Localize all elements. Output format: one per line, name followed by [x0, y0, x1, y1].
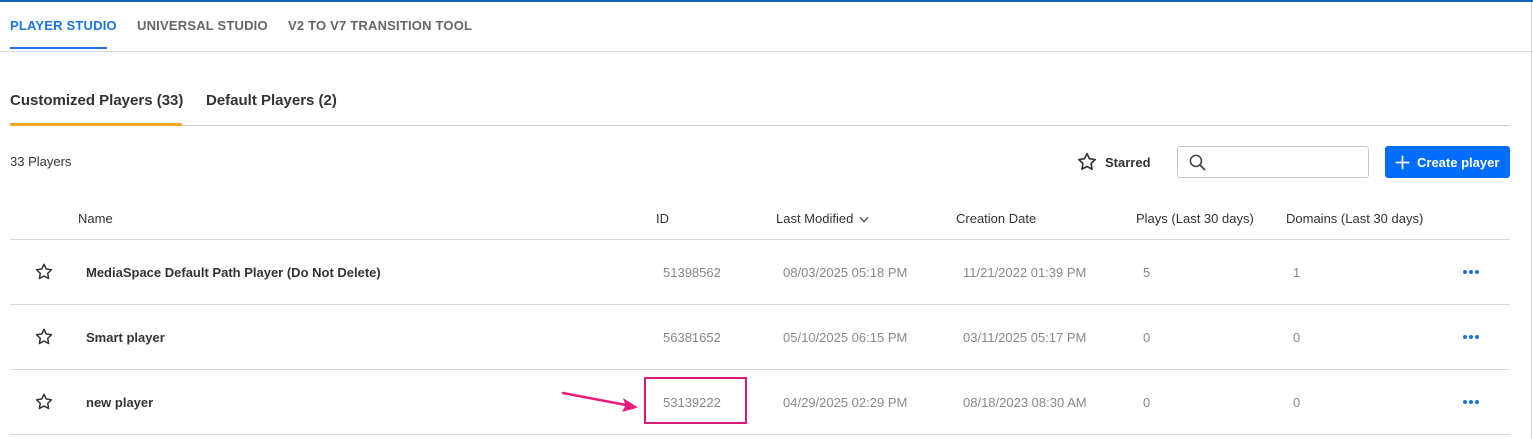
- star-outline-icon[interactable]: [34, 327, 54, 347]
- search-icon: [1189, 154, 1206, 171]
- player-name[interactable]: MediaSpace Default Path Player (Do Not D…: [86, 265, 381, 280]
- starred-filter-button[interactable]: Starred: [1076, 150, 1151, 174]
- column-header-name[interactable]: Name: [78, 211, 113, 226]
- column-header-domains[interactable]: Domains (Last 30 days): [1286, 211, 1423, 226]
- player-id: 56381652: [663, 330, 721, 345]
- tab-customized-players[interactable]: Customized Players (33): [10, 92, 183, 109]
- arrow-icon: [561, 391, 638, 412]
- creation-date: 11/21/2022 01:39 PM: [963, 265, 1087, 280]
- player-name[interactable]: new player: [86, 395, 153, 410]
- tab-player-studio[interactable]: PLAYER STUDIO: [10, 18, 117, 33]
- right-border: [1531, 2, 1532, 439]
- plays-count: 0: [1143, 395, 1151, 410]
- domains-count: 0: [1293, 330, 1301, 345]
- more-horizontal-icon[interactable]: [1461, 327, 1481, 347]
- more-horizontal-icon[interactable]: [1461, 262, 1481, 282]
- plays-count: 0: [1143, 330, 1151, 345]
- plus-icon: [1395, 155, 1410, 169]
- tab-v2-to-v7-transition-tool[interactable]: V2 TO V7 TRANSITION TOOL: [288, 18, 472, 33]
- column-header-creation-date[interactable]: Creation Date: [956, 211, 1036, 226]
- star-outline-icon: [1078, 152, 1096, 170]
- column-header-plays[interactable]: Plays (Last 30 days): [1136, 211, 1254, 226]
- create-player-label: Create player: [1417, 154, 1500, 170]
- column-header-id[interactable]: ID: [656, 211, 669, 226]
- table-row[interactable]: MediaSpace Default Path Player (Do Not D…: [10, 240, 1510, 305]
- tab-default-players[interactable]: Default Players (2): [206, 92, 337, 109]
- column-header-last-modified-label: Last Modified: [776, 211, 854, 226]
- active-subtab-indicator: [10, 123, 182, 126]
- create-player-button[interactable]: Create player: [1385, 146, 1510, 178]
- last-modified: 04/29/2025 02:29 PM: [783, 395, 908, 410]
- starred-label: Starred: [1105, 154, 1151, 170]
- table-row[interactable]: new player 53139222 04/29/2025 02:29 PM …: [10, 370, 1510, 435]
- creation-date: 03/11/2025 05:17 PM: [963, 330, 1087, 345]
- players-count: 33 Players: [10, 154, 72, 169]
- player-id: 51398562: [663, 265, 721, 280]
- creation-date: 08/18/2023 08:30 AM: [963, 395, 1087, 410]
- player-type-tab-bar: Customized Players (33) Default Players …: [10, 80, 1510, 126]
- last-modified: 08/03/2025 05:18 PM: [783, 265, 908, 280]
- last-modified: 05/10/2025 06:15 PM: [783, 330, 908, 345]
- chevron-down-icon: [859, 217, 869, 223]
- star-outline-icon[interactable]: [34, 392, 54, 412]
- studio-tab-bar: PLAYER STUDIO UNIVERSAL STUDIO V2 TO V7 …: [0, 2, 1533, 52]
- column-header-last-modified[interactable]: Last Modified: [776, 211, 869, 226]
- domains-count: 0: [1293, 395, 1301, 410]
- star-outline-icon[interactable]: [34, 262, 54, 282]
- highlight-box: [644, 377, 747, 424]
- active-tab-indicator: [10, 47, 107, 49]
- plays-count: 5: [1143, 265, 1151, 280]
- search-box[interactable]: [1177, 146, 1369, 178]
- tab-universal-studio[interactable]: UNIVERSAL STUDIO: [137, 18, 268, 33]
- player-name[interactable]: Smart player: [86, 330, 165, 345]
- table-row[interactable]: Smart player 56381652 05/10/2025 06:15 P…: [10, 305, 1510, 370]
- search-input[interactable]: [1216, 151, 1361, 173]
- domains-count: 1: [1293, 265, 1301, 280]
- more-horizontal-icon[interactable]: [1461, 392, 1481, 412]
